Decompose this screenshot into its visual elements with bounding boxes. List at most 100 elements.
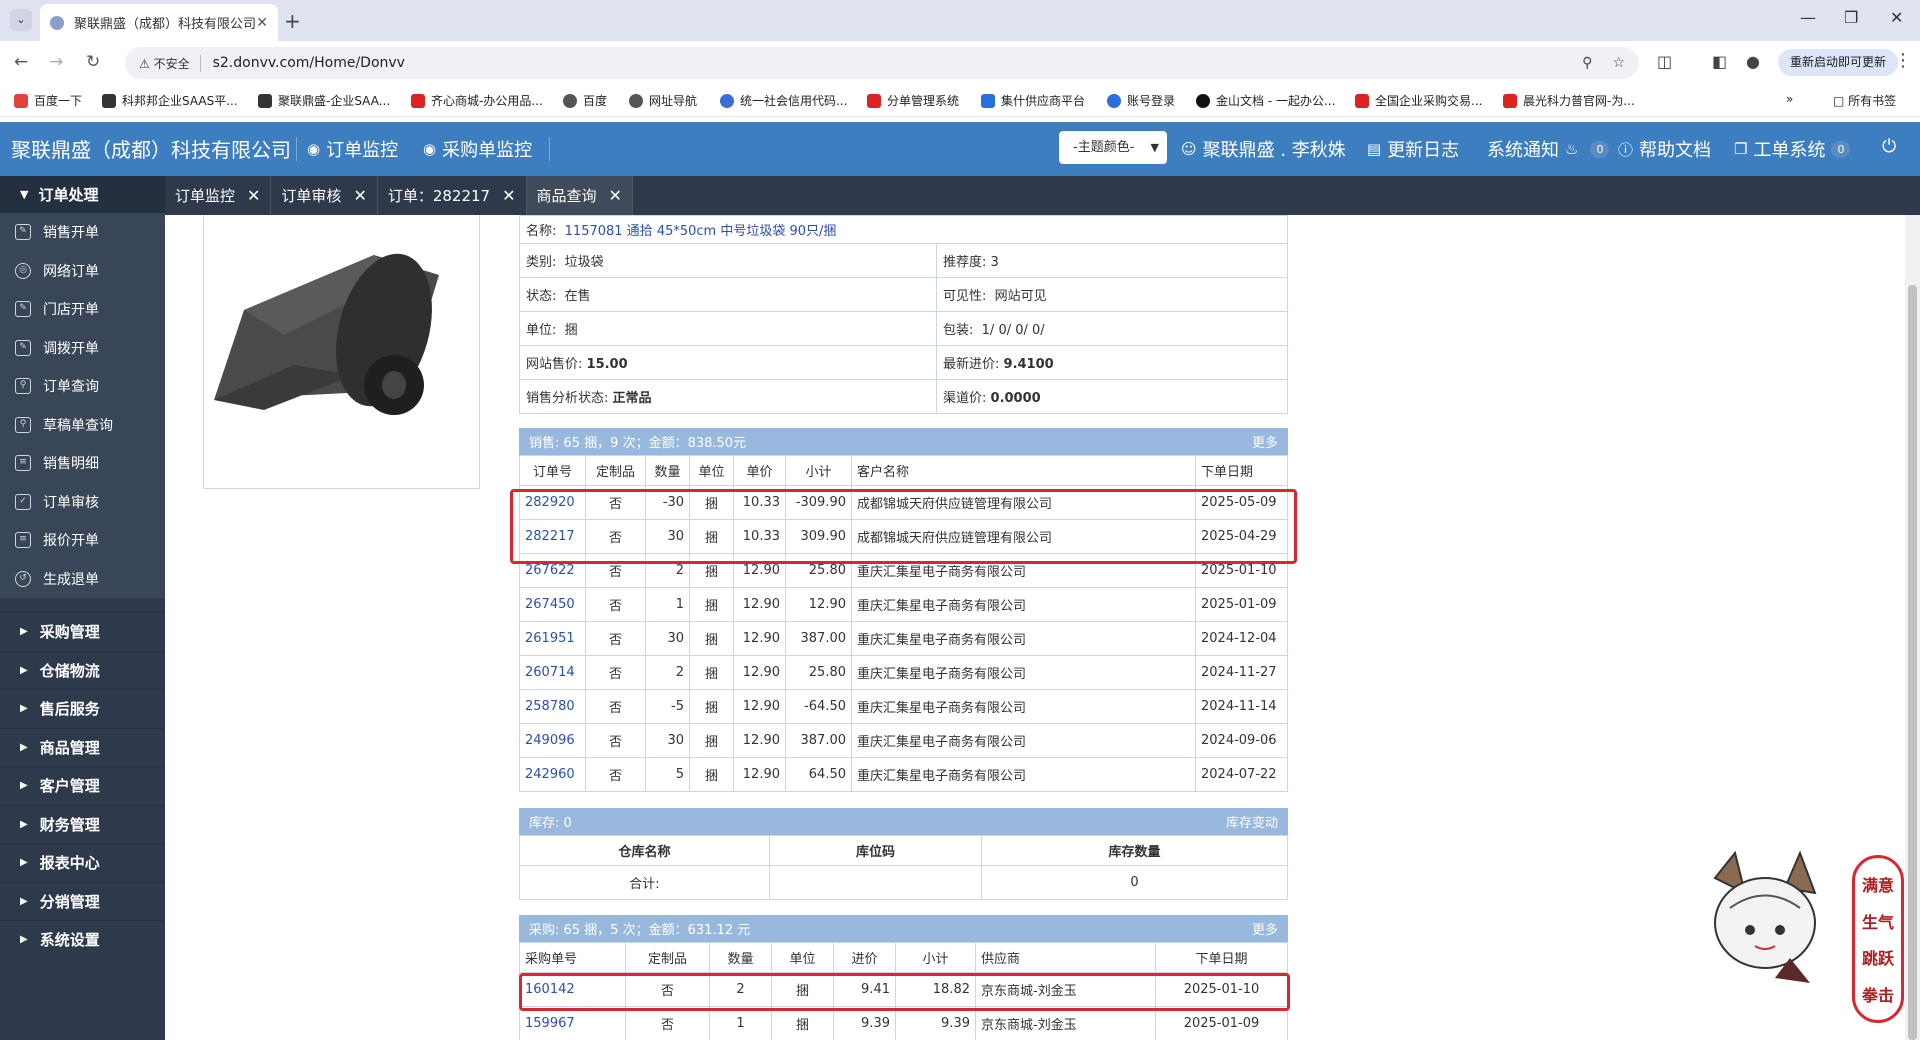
tab-order-detail[interactable]: 订单：282217 ✕ — [378, 176, 527, 215]
browser-tab[interactable]: 聚联鼎盛（成都）科技有限公司 ✕ — [40, 4, 278, 41]
bookmark-item[interactable]: 集什供应商平台 — [981, 92, 1085, 109]
window-close-icon[interactable]: ✕ — [1890, 8, 1903, 27]
bookmark-item[interactable]: 账号登录 — [1107, 92, 1175, 109]
brand-title[interactable]: 聚联鼎盛（成都）科技有限公司 — [11, 134, 291, 163]
sidebar-item-sales-order[interactable]: ✎ 销售开单 — [0, 213, 165, 252]
table-cell: 京东商城-刘金玉 — [975, 1006, 1156, 1040]
zoom-icon[interactable]: ⚲ — [1582, 55, 1592, 71]
bookmark-item[interactable]: 聚联鼎盛-企业SAA... — [258, 92, 390, 109]
order-link[interactable]: 267450 — [525, 597, 575, 612]
sidebar-item-create-return[interactable]: ↺ 生成退单 — [0, 559, 165, 598]
bookmark-item[interactable]: 百度 — [563, 92, 607, 109]
side-panel-icon[interactable]: ◧ — [1712, 52, 1727, 71]
ticket-system-link[interactable]: ❐ 工单系统 0 — [1734, 136, 1851, 162]
minimize-icon[interactable]: — — [1800, 8, 1816, 27]
close-icon[interactable]: ✕ — [609, 186, 622, 205]
order-link[interactable]: 249096 — [525, 733, 575, 748]
sidebar-item-draft-query[interactable]: ⚲ 草稿单查询 — [0, 405, 165, 444]
help-docs-link[interactable]: ⓘ 帮助文档 — [1618, 136, 1711, 162]
tab-order-review[interactable]: 订单审核 ✕ — [271, 176, 378, 215]
bookmark-item[interactable]: 统一社会信用代码... — [720, 92, 847, 109]
mood-punch-button[interactable]: 拳击 — [1862, 982, 1894, 1006]
tab-product-query[interactable]: 商品查询 ✕ — [526, 176, 633, 215]
sidebar-item-web-order[interactable]: ◎ 网络订单 — [0, 251, 165, 290]
search-doc-icon: ⚲ — [15, 378, 31, 395]
sidebar-section-finance[interactable]: ▶ 财务管理 — [0, 804, 165, 844]
table-cell: 捆 — [689, 655, 734, 690]
order-link[interactable]: 261951 — [525, 631, 575, 646]
sidebar-section-settings[interactable]: ▶ 系统设置 — [0, 920, 165, 959]
mascot-cat-icon[interactable] — [1705, 848, 1825, 988]
extensions-icon[interactable]: ◫ — [1657, 52, 1672, 71]
forward-arrow-icon[interactable]: → — [49, 52, 63, 72]
close-icon[interactable]: ✕ — [353, 186, 366, 205]
order-link[interactable]: 159967 — [525, 1016, 575, 1031]
mood-angry-button[interactable]: 生气 — [1862, 909, 1894, 933]
bookmarks-overflow-icon[interactable]: » — [1786, 92, 1793, 106]
tab-order-monitor[interactable]: 订单监控 ✕ — [165, 176, 272, 215]
mood-jump-button[interactable]: 跳跃 — [1862, 945, 1894, 969]
bookmark-item[interactable]: 网址导航 — [629, 92, 697, 109]
url-text[interactable]: s2.donvv.com/Home/Donvv — [213, 55, 405, 71]
order-link[interactable]: 267622 — [525, 563, 575, 578]
stock-change-link[interactable]: 库存变动 — [1226, 812, 1278, 831]
profile-icon[interactable]: ● — [1746, 52, 1760, 71]
table-cell: 重庆汇集星电子商务有限公司 — [851, 757, 1196, 792]
purchase-more-link[interactable]: 更多 — [1252, 919, 1278, 938]
user-menu[interactable]: ☺ 聚联鼎盛 . 李秋姝 — [1181, 136, 1346, 162]
edit-icon: ✎ — [15, 339, 31, 356]
bookmark-item[interactable]: 分单管理系统 — [867, 92, 959, 109]
bookmark-item[interactable]: 晨光科力普官网-为... — [1503, 92, 1635, 109]
sidebar-group-order-processing[interactable]: ▼ 订单处理 — [0, 176, 165, 213]
sidebar-item-quote-order[interactable]: ≡ 报价开单 — [0, 521, 165, 560]
sidebar-section-after-sales[interactable]: ▶ 售后服务 — [0, 689, 165, 728]
sidebar-item-order-review[interactable]: ✓ 订单审核 — [0, 482, 165, 521]
restore-icon[interactable]: ❐ — [1844, 8, 1858, 27]
order-link[interactable]: 260714 — [525, 665, 575, 680]
mood-satisfied-button[interactable]: 满意 — [1862, 872, 1894, 896]
sales-row: 261951 否 30 捆 12.90 387.00 重庆汇集星电子商务有限公司 2024-1… — [519, 621, 1288, 656]
sidebar-item-order-query[interactable]: ⚲ 订单查询 — [0, 367, 165, 406]
address-bar[interactable]: ⚠ 不安全 s2.donvv.com/Home/Donvv ⚲ ☆ — [125, 47, 1639, 79]
tab-search-chevron-icon[interactable]: ⌄ — [10, 9, 32, 31]
bookmark-item[interactable]: 科邦邦企业SAAS平... — [102, 92, 238, 109]
system-notice-link[interactable]: 系统通知 ♨ 0 — [1487, 136, 1610, 162]
close-icon[interactable]: ✕ — [247, 186, 260, 205]
theme-color-select[interactable]: -主题颜色- ▼ — [1059, 131, 1167, 164]
sidebar-section-purchase[interactable]: ▶ 采购管理 — [0, 612, 165, 651]
bookmark-item[interactable]: 金山文档 - 一起办公... — [1196, 92, 1335, 109]
order-monitor-link[interactable]: ◉ 订单监控 — [307, 136, 398, 162]
sidebar-section-products[interactable]: ▶ 商品管理 — [0, 727, 165, 767]
sidebar-section-customers[interactable]: ▶ 客户管理 — [0, 766, 165, 805]
bookmark-item[interactable]: 百度一下 — [14, 92, 82, 109]
bookmark-star-icon[interactable]: ☆ — [1612, 55, 1625, 71]
more-menu-icon[interactable]: ⋮ — [1894, 50, 1912, 71]
back-arrow-icon[interactable]: ← — [14, 52, 28, 72]
close-icon[interactable]: ✕ — [502, 186, 515, 205]
close-tab-icon[interactable]: ✕ — [256, 15, 268, 31]
sidebar-item-sales-detail[interactable]: ≡ 销售明细 — [0, 444, 165, 483]
update-log-link[interactable]: ▤ 更新日志 — [1367, 136, 1459, 162]
sidebar-section-distribution[interactable]: ▶ 分销管理 — [0, 881, 165, 921]
reload-icon[interactable]: ↻ — [86, 52, 100, 72]
vertical-scrollbar[interactable] — [1905, 215, 1920, 1040]
sales-more-link[interactable]: 更多 — [1252, 432, 1278, 451]
sidebar-item-transfer-order[interactable]: ✎ 调拨开单 — [0, 328, 165, 367]
all-bookmarks-button[interactable]: □ 所有书签 — [1833, 92, 1896, 109]
insecure-indicator[interactable]: ⚠ 不安全 — [139, 54, 201, 72]
new-tab-plus-icon[interactable]: + — [284, 9, 301, 33]
col-header: 单位 — [771, 942, 834, 973]
order-link[interactable]: 242960 — [525, 767, 575, 782]
order-link[interactable]: 258780 — [525, 699, 575, 714]
scrollbar-thumb[interactable] — [1908, 285, 1917, 1040]
sidebar-section-warehouse[interactable]: ▶ 仓储物流 — [0, 650, 165, 690]
list-icon: ≡ — [15, 455, 31, 472]
product-name-link[interactable]: 1157081 通拾 45*50cm 中号垃圾袋 90只/捆 — [565, 224, 837, 239]
sidebar-item-store-order[interactable]: ✎ 门店开单 — [0, 290, 165, 329]
restart-update-button[interactable]: 重新启动即可更新 — [1778, 49, 1899, 76]
bookmark-item[interactable]: 齐心商城-办公用品... — [411, 92, 543, 109]
bookmark-item[interactable]: 全国企业采购交易... — [1355, 92, 1482, 109]
purchase-monitor-link[interactable]: ◉ 采购单监控 — [423, 136, 532, 162]
power-icon[interactable]: ⏻ — [1882, 136, 1896, 157]
sidebar-section-reports[interactable]: ▶ 报表中心 — [0, 843, 165, 882]
